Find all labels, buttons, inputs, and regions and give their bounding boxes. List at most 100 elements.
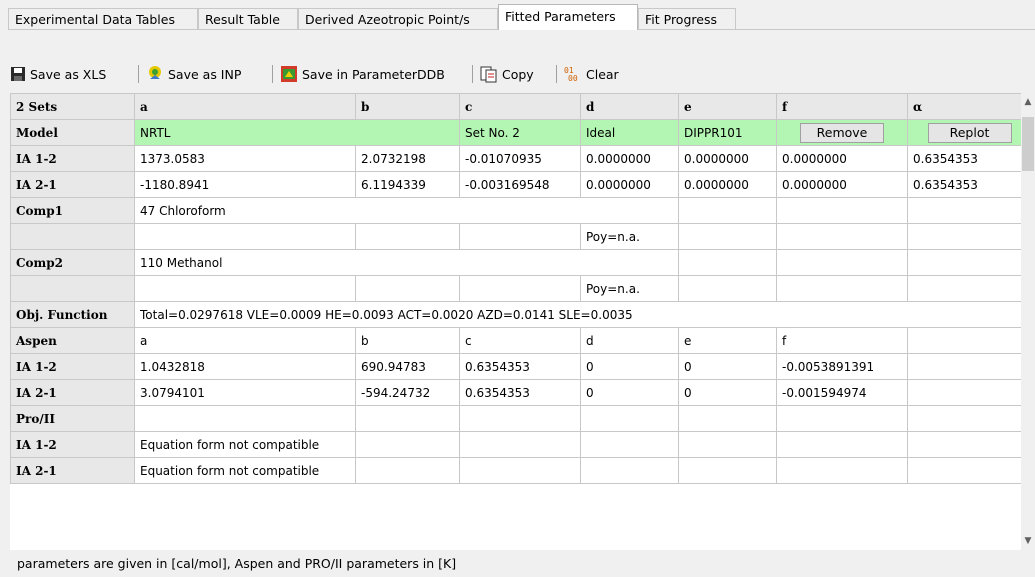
table-cell[interactable] bbox=[907, 379, 1032, 406]
col-header-b: b bbox=[355, 93, 460, 120]
model-dippr-cell[interactable]: DIPPR101 bbox=[678, 119, 777, 146]
table-cell[interactable] bbox=[355, 405, 460, 432]
clear-label: Clear bbox=[586, 66, 619, 82]
table-cell[interactable] bbox=[678, 275, 777, 302]
table-cell[interactable]: -1180.8941 bbox=[134, 171, 356, 198]
vertical-scrollbar[interactable]: ▲ ▼ bbox=[1021, 93, 1035, 550]
model-name-cell[interactable]: NRTL bbox=[134, 119, 460, 146]
table-cell[interactable]: -0.001594974 bbox=[776, 379, 908, 406]
table-cell[interactable] bbox=[459, 457, 581, 484]
table-cell[interactable]: 0 bbox=[678, 379, 777, 406]
table-cell[interactable]: 0.6354353 bbox=[459, 353, 581, 380]
comp2-poy-cell[interactable]: Poy=n.a. bbox=[580, 275, 679, 302]
table-cell[interactable] bbox=[459, 431, 581, 458]
table-cell[interactable] bbox=[776, 431, 908, 458]
scroll-up-icon[interactable]: ▲ bbox=[1021, 95, 1035, 109]
table-cell[interactable]: 0.0000000 bbox=[678, 171, 777, 198]
table-cell[interactable]: -0.0053891391 bbox=[776, 353, 908, 380]
table-cell[interactable] bbox=[355, 275, 460, 302]
table-cell[interactable] bbox=[678, 249, 777, 276]
table-cell[interactable] bbox=[907, 197, 1032, 224]
table-cell[interactable] bbox=[459, 405, 581, 432]
table-cell[interactable] bbox=[776, 197, 908, 224]
table-cell[interactable]: 1.0432818 bbox=[134, 353, 356, 380]
remove-button[interactable]: Remove bbox=[800, 122, 884, 143]
save-inp-button[interactable]: Save as INP bbox=[146, 59, 241, 89]
table-cell[interactable] bbox=[355, 223, 460, 250]
table-cell[interactable]: 1373.0583 bbox=[134, 145, 356, 172]
table-cell[interactable] bbox=[355, 457, 460, 484]
table-cell[interactable] bbox=[134, 275, 356, 302]
table-cell[interactable] bbox=[907, 457, 1032, 484]
table-cell[interactable]: 0.6354353 bbox=[907, 171, 1032, 198]
table-cell[interactable]: Equation form not compatible bbox=[134, 457, 356, 484]
table-cell[interactable] bbox=[678, 457, 777, 484]
table-cell[interactable] bbox=[580, 457, 679, 484]
objective-function-value[interactable]: Total=0.0297618 VLE=0.0009 HE=0.0093 ACT… bbox=[134, 301, 1032, 328]
table-cell[interactable] bbox=[907, 275, 1032, 302]
table-cell[interactable]: 0.6354353 bbox=[459, 379, 581, 406]
table-cell[interactable]: 0.0000000 bbox=[678, 145, 777, 172]
comp2-name-cell[interactable]: 110 Methanol bbox=[134, 249, 679, 276]
scrollbar-thumb[interactable] bbox=[1022, 117, 1034, 171]
table-cell[interactable] bbox=[678, 405, 777, 432]
tab-result-table[interactable]: Result Table bbox=[198, 8, 298, 29]
save-in-parameterddb-button[interactable]: Save in ParameterDDB bbox=[280, 59, 445, 89]
table-cell[interactable]: 0 bbox=[678, 353, 777, 380]
table-cell[interactable]: 0 bbox=[580, 379, 679, 406]
svg-text:00: 00 bbox=[568, 74, 578, 83]
table-cell[interactable]: 0.0000000 bbox=[580, 145, 679, 172]
scroll-down-icon[interactable]: ▼ bbox=[1021, 534, 1035, 548]
table-cell[interactable]: -0.01070935 bbox=[459, 145, 581, 172]
table-cell[interactable]: -0.003169548 bbox=[459, 171, 581, 198]
table-cell[interactable] bbox=[134, 405, 356, 432]
table-cell[interactable] bbox=[580, 431, 679, 458]
col-header-d: d bbox=[580, 93, 679, 120]
comp1-poy-cell[interactable]: Poy=n.a. bbox=[580, 223, 679, 250]
table-cell[interactable] bbox=[907, 353, 1032, 380]
row-label-proii-ia-2-1: IA 2-1 bbox=[10, 457, 135, 484]
table-cell[interactable]: 0.6354353 bbox=[907, 145, 1032, 172]
table-cell[interactable] bbox=[776, 275, 908, 302]
table-cell[interactable] bbox=[907, 327, 1032, 354]
table-cell[interactable]: 6.1194339 bbox=[355, 171, 460, 198]
table-cell[interactable] bbox=[678, 431, 777, 458]
table-cell[interactable]: 3.0794101 bbox=[134, 379, 356, 406]
table-row: IA 1-2 1.0432818 690.94783 0.6354353 0 0… bbox=[10, 353, 1032, 380]
replot-button[interactable]: Replot bbox=[927, 122, 1012, 143]
save-xls-button[interactable]: Save as XLS bbox=[10, 59, 106, 89]
tab-experimental-data-tables[interactable]: Experimental Data Tables bbox=[8, 8, 198, 29]
table-cell[interactable] bbox=[459, 275, 581, 302]
table-cell[interactable] bbox=[907, 249, 1032, 276]
tab-derived-azeotropic-points[interactable]: Derived Azeotropic Point/s bbox=[298, 8, 498, 29]
table-cell[interactable]: Equation form not compatible bbox=[134, 431, 356, 458]
clear-button[interactable]: 01 00 Clear bbox=[564, 59, 619, 89]
table-cell[interactable]: 0 bbox=[580, 353, 679, 380]
table-cell[interactable] bbox=[580, 405, 679, 432]
table-cell[interactable] bbox=[776, 223, 908, 250]
table-cell[interactable]: 0.0000000 bbox=[776, 145, 908, 172]
tab-fitted-parameters[interactable]: Fitted Parameters bbox=[498, 4, 638, 30]
table-cell[interactable] bbox=[678, 223, 777, 250]
table-cell[interactable]: 0.0000000 bbox=[776, 171, 908, 198]
set-number-cell[interactable]: Set No. 2 bbox=[459, 119, 581, 146]
table-cell[interactable]: 690.94783 bbox=[355, 353, 460, 380]
tab-fit-progress[interactable]: Fit Progress bbox=[638, 8, 736, 29]
table-cell[interactable] bbox=[134, 223, 356, 250]
table-cell[interactable] bbox=[907, 223, 1032, 250]
table-cell[interactable] bbox=[678, 197, 777, 224]
row-label-empty bbox=[10, 275, 135, 302]
table-cell[interactable] bbox=[907, 405, 1032, 432]
table-cell[interactable] bbox=[776, 457, 908, 484]
copy-button[interactable]: Copy bbox=[480, 59, 534, 89]
comp1-name-cell[interactable]: 47 Chloroform bbox=[134, 197, 679, 224]
table-cell[interactable] bbox=[776, 405, 908, 432]
table-cell[interactable] bbox=[355, 431, 460, 458]
table-cell[interactable]: 0.0000000 bbox=[580, 171, 679, 198]
table-cell[interactable] bbox=[776, 249, 908, 276]
table-cell[interactable] bbox=[459, 223, 581, 250]
table-cell[interactable] bbox=[907, 431, 1032, 458]
table-cell[interactable]: -594.24732 bbox=[355, 379, 460, 406]
table-cell[interactable]: 2.0732198 bbox=[355, 145, 460, 172]
model-ideal-cell[interactable]: Ideal bbox=[580, 119, 679, 146]
